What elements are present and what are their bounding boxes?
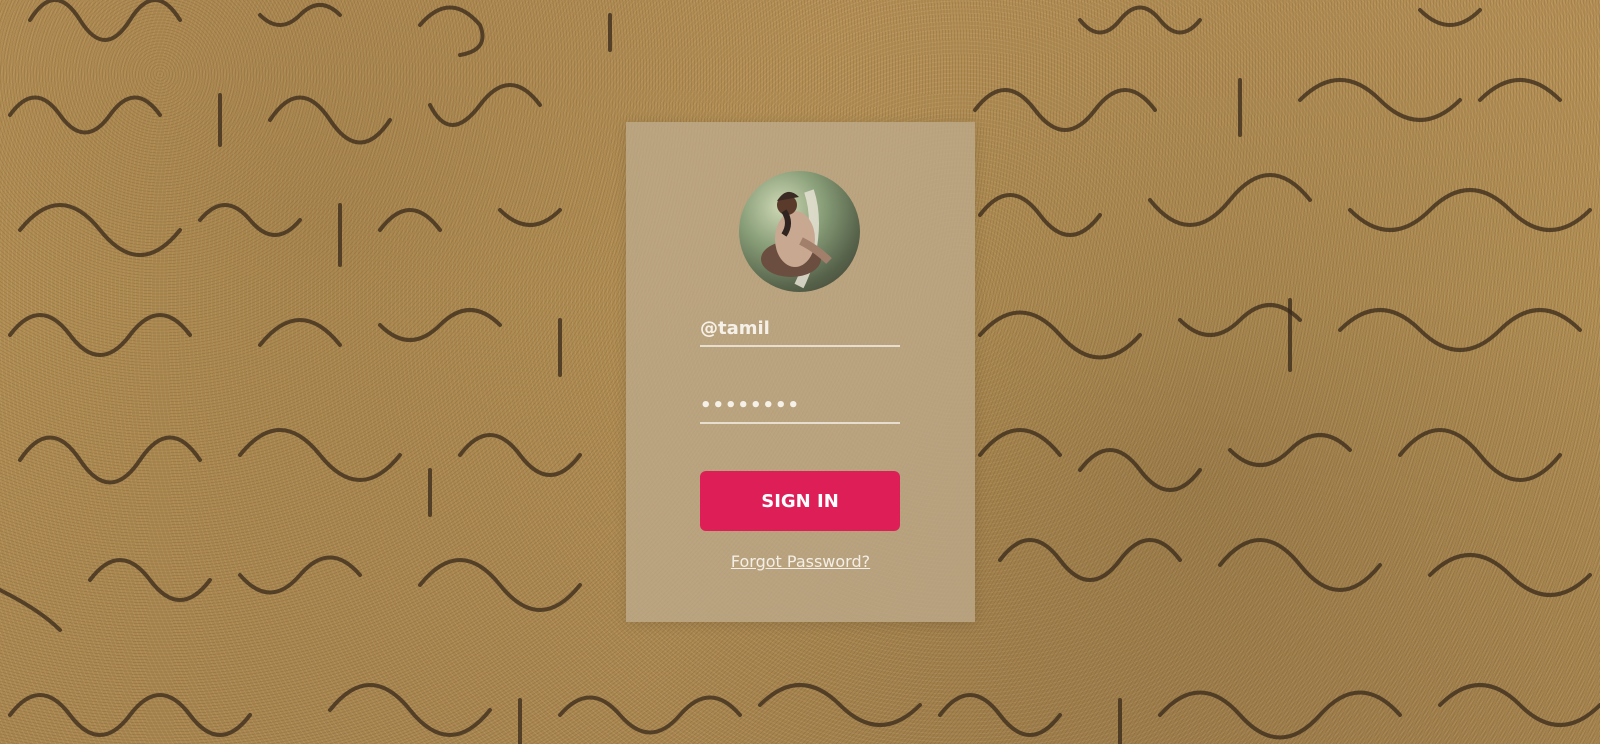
forgot-password-link[interactable]: Forgot Password?	[626, 552, 975, 571]
username-field[interactable]	[700, 311, 900, 347]
login-card: SIGN IN Forgot Password?	[626, 122, 975, 622]
profile-avatar	[739, 171, 860, 292]
sign-in-button[interactable]: SIGN IN	[700, 471, 900, 531]
profile-avatar-icon	[761, 189, 832, 289]
password-field[interactable]	[700, 388, 900, 424]
